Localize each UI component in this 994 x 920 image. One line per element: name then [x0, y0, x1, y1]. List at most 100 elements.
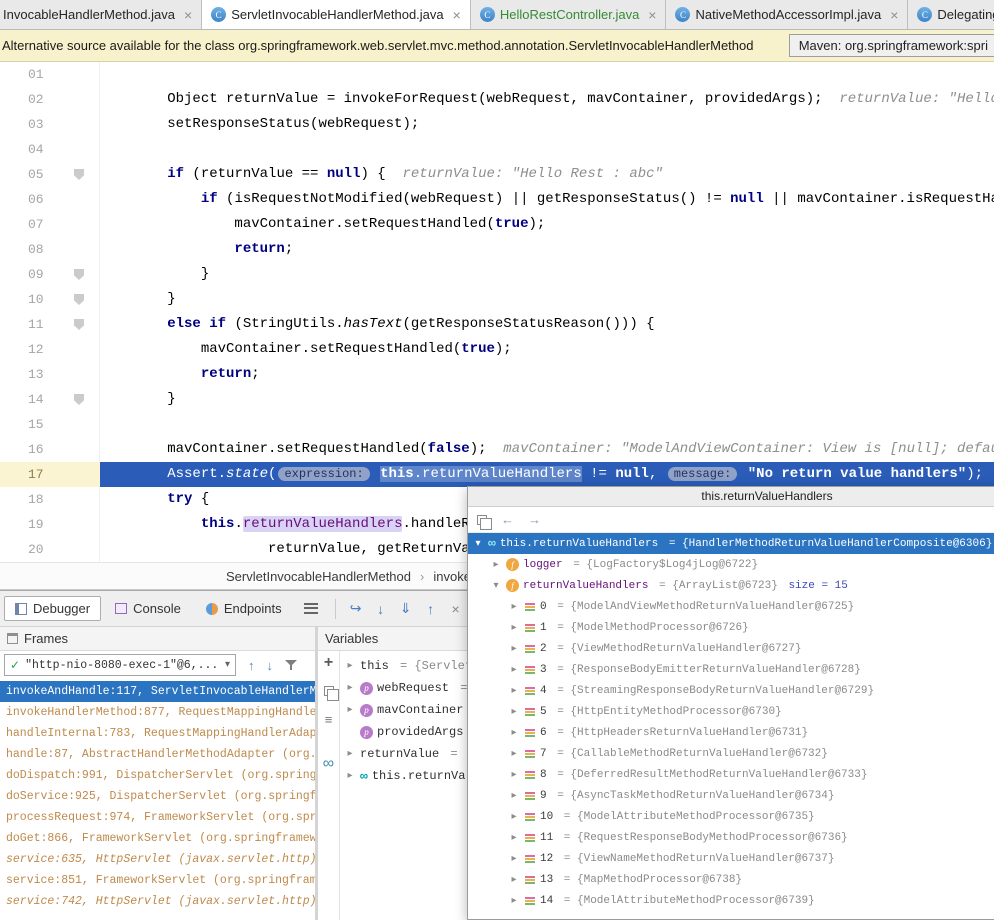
- stack-frame[interactable]: service:635, HttpServlet (javax.servlet.…: [0, 849, 315, 870]
- stack-frame[interactable]: handle:87, AbstractHandlerMethodAdapter …: [0, 744, 315, 765]
- code-text[interactable]: [100, 137, 994, 162]
- stack-frame[interactable]: processRequest:974, FrameworkServlet (or…: [0, 807, 315, 828]
- code-text[interactable]: }: [100, 287, 994, 312]
- popup-tree-row[interactable]: ▸8 = {DeferredResultMethodReturnValueHan…: [468, 764, 994, 785]
- tab-ServletInvocableHandlerMethod.java[interactable]: CServletInvocableHandlerMethod.java×: [202, 0, 471, 29]
- code-text[interactable]: Object returnValue = invokeForRequest(we…: [100, 87, 994, 112]
- close-tab-icon[interactable]: ×: [890, 7, 898, 23]
- back-icon[interactable]: ←: [501, 512, 514, 527]
- expander-icon[interactable]: ▾: [490, 580, 502, 592]
- expander-icon[interactable]: ▸: [508, 664, 520, 676]
- close-tab-icon[interactable]: ×: [184, 7, 192, 23]
- expander-icon[interactable]: ▸: [508, 874, 520, 886]
- step-out-icon[interactable]: ↑: [420, 601, 442, 617]
- popup-tree-row[interactable]: ▸7 = {CallableMethodReturnValueHandler@6…: [468, 743, 994, 764]
- expander-icon[interactable]: ▸: [508, 601, 520, 613]
- expander-icon[interactable]: ▸: [508, 790, 520, 802]
- code-line-16[interactable]: 16 mavContainer.setRequestHandled(false)…: [0, 437, 994, 462]
- code-text[interactable]: mavContainer.setRequestHandled(false); m…: [100, 437, 994, 462]
- expander-icon[interactable]: ▸: [508, 622, 520, 634]
- fold-marker-icon[interactable]: [74, 319, 84, 330]
- popup-tree-row[interactable]: ▸12 = {ViewNameMethodReturnValueHandler@…: [468, 848, 994, 869]
- code-line-02[interactable]: 02 Object returnValue = invokeForRequest…: [0, 87, 994, 112]
- code-line-12[interactable]: 12 mavContainer.setRequestHandled(true);: [0, 337, 994, 362]
- tab-HelloRestController.java[interactable]: CHelloRestController.java×: [471, 0, 667, 29]
- code-line-03[interactable]: 03 setResponseStatus(webRequest);: [0, 112, 994, 137]
- code-text[interactable]: return;: [100, 362, 994, 387]
- code-text[interactable]: else if (StringUtils.hasText(getResponse…: [100, 312, 994, 337]
- expander-icon[interactable]: ▸: [344, 660, 356, 672]
- code-text[interactable]: [100, 62, 994, 87]
- stack-frame[interactable]: handleInternal:783, RequestMappingHandle…: [0, 723, 315, 744]
- popup-tree-row[interactable]: ▸2 = {ViewMethodReturnValueHandler@6727}: [468, 638, 994, 659]
- hide-library-frames-icon[interactable]: [285, 659, 297, 671]
- add-watch-icon[interactable]: +: [324, 656, 333, 669]
- code-line-05[interactable]: 05 if (returnValue == null) { returnValu…: [0, 162, 994, 187]
- code-line-06[interactable]: 06 if (isRequestNotModified(webRequest) …: [0, 187, 994, 212]
- expander-icon[interactable]: ▸: [508, 706, 520, 718]
- code-line-08[interactable]: 08 return;: [0, 237, 994, 262]
- tab-DelegatingMeth[interactable]: CDelegatingMeth×: [908, 0, 994, 29]
- forward-icon[interactable]: →: [528, 512, 541, 527]
- stack-frame[interactable]: service:851, FrameworkServlet (org.sprin…: [0, 870, 315, 891]
- code-text[interactable]: return;: [100, 237, 994, 262]
- copy-value-icon[interactable]: [477, 515, 487, 525]
- code-line-14[interactable]: 14 }: [0, 387, 994, 412]
- fold-marker-icon[interactable]: [74, 294, 84, 305]
- expander-icon[interactable]: ▸: [508, 853, 520, 865]
- popup-tree-row[interactable]: ▸0 = {ModelAndViewMethodReturnValueHandl…: [468, 596, 994, 617]
- code-text[interactable]: Assert.state(expression: this.returnValu…: [100, 462, 994, 487]
- code-line-13[interactable]: 13 return;: [0, 362, 994, 387]
- previous-frame-icon[interactable]: ↑: [248, 658, 255, 673]
- popup-tree-row[interactable]: ▸6 = {HttpHeadersReturnValueHandler@6731…: [468, 722, 994, 743]
- expander-icon[interactable]: ▸: [508, 727, 520, 739]
- close-tab-icon[interactable]: ×: [453, 7, 461, 23]
- fold-marker-icon[interactable]: [74, 269, 84, 280]
- copy-icon[interactable]: [324, 686, 334, 696]
- popup-tree-row[interactable]: ▸13 = {MapMethodProcessor@6738}: [468, 869, 994, 890]
- popup-tree-row[interactable]: ▸flogger = {LogFactory$Log4jLog@6722}: [468, 554, 994, 575]
- stack-frame[interactable]: doDispatch:991, DispatcherServlet (org.s…: [0, 765, 315, 786]
- popup-tree-row[interactable]: ▸11 = {RequestResponseBodyMethodProcesso…: [468, 827, 994, 848]
- stack-frame[interactable]: service:742, HttpServlet (javax.servlet.…: [0, 891, 315, 912]
- code-text[interactable]: }: [100, 387, 994, 412]
- popup-tree-row[interactable]: ▸9 = {AsyncTaskMethodReturnValueHandler@…: [468, 785, 994, 806]
- popup-tree-row[interactable]: ▸10 = {ModelAttributeMethodProcessor@673…: [468, 806, 994, 827]
- code-text[interactable]: [100, 412, 994, 437]
- stack-frame[interactable]: invokeHandlerMethod:877, RequestMappingH…: [0, 702, 315, 723]
- stack-frame[interactable]: doService:925, DispatcherServlet (org.sp…: [0, 786, 315, 807]
- code-line-10[interactable]: 10 }: [0, 287, 994, 312]
- code-text[interactable]: mavContainer.setRequestHandled(true);: [100, 337, 994, 362]
- tab-endpoints[interactable]: Endpoints: [195, 596, 293, 621]
- next-frame-icon[interactable]: ↓: [267, 658, 274, 673]
- expander-icon[interactable]: ▸: [508, 685, 520, 697]
- expander-icon[interactable]: ▸: [490, 559, 502, 571]
- code-line-04[interactable]: 04: [0, 137, 994, 162]
- code-line-07[interactable]: 07 mavContainer.setRequestHandled(true);: [0, 212, 994, 237]
- popup-tree-row[interactable]: ▸4 = {StreamingResponseBodyReturnValueHa…: [468, 680, 994, 701]
- show-watches-icon[interactable]: ∞: [323, 757, 334, 770]
- thread-selector[interactable]: ✓ "http-nio-8080-exec-1"@6,... ▾: [4, 654, 236, 676]
- banner-action-button[interactable]: Maven: org.springframework:spri: [789, 34, 994, 57]
- fold-marker-icon[interactable]: [74, 394, 84, 405]
- close-tab-icon[interactable]: ×: [648, 7, 656, 23]
- code-line-09[interactable]: 09 }: [0, 262, 994, 287]
- force-step-into-icon[interactable]: ⇓: [395, 600, 417, 617]
- code-text[interactable]: setResponseStatus(webRequest);: [100, 112, 994, 137]
- popup-tree-row[interactable]: ▾∞this.returnValueHandlers = {HandlerMet…: [468, 533, 994, 554]
- step-into-icon[interactable]: ↓: [370, 601, 392, 617]
- tab-console[interactable]: Console: [104, 596, 192, 621]
- expander-icon[interactable]: ▸: [508, 832, 520, 844]
- code-text[interactable]: if (isRequestNotModified(webRequest) || …: [100, 187, 994, 212]
- code-text[interactable]: }: [100, 262, 994, 287]
- code-line-11[interactable]: 11 else if (StringUtils.hasText(getRespo…: [0, 312, 994, 337]
- breadcrumb-class[interactable]: ServletInvocableHandlerMethod: [226, 569, 411, 584]
- expander-icon[interactable]: ▸: [508, 811, 520, 823]
- expander-icon[interactable]: ▸: [508, 748, 520, 760]
- code-line-17[interactable]: 17 Assert.state(expression: this.returnV…: [0, 462, 994, 487]
- tab-NativeMethodAccessorImpl.java[interactable]: CNativeMethodAccessorImpl.java×: [666, 0, 908, 29]
- expander-icon[interactable]: ▸: [344, 770, 356, 782]
- layout-settings-icon[interactable]: [304, 603, 318, 614]
- expander-icon[interactable]: ▸: [344, 704, 356, 716]
- view-options-icon[interactable]: ≡: [325, 713, 333, 726]
